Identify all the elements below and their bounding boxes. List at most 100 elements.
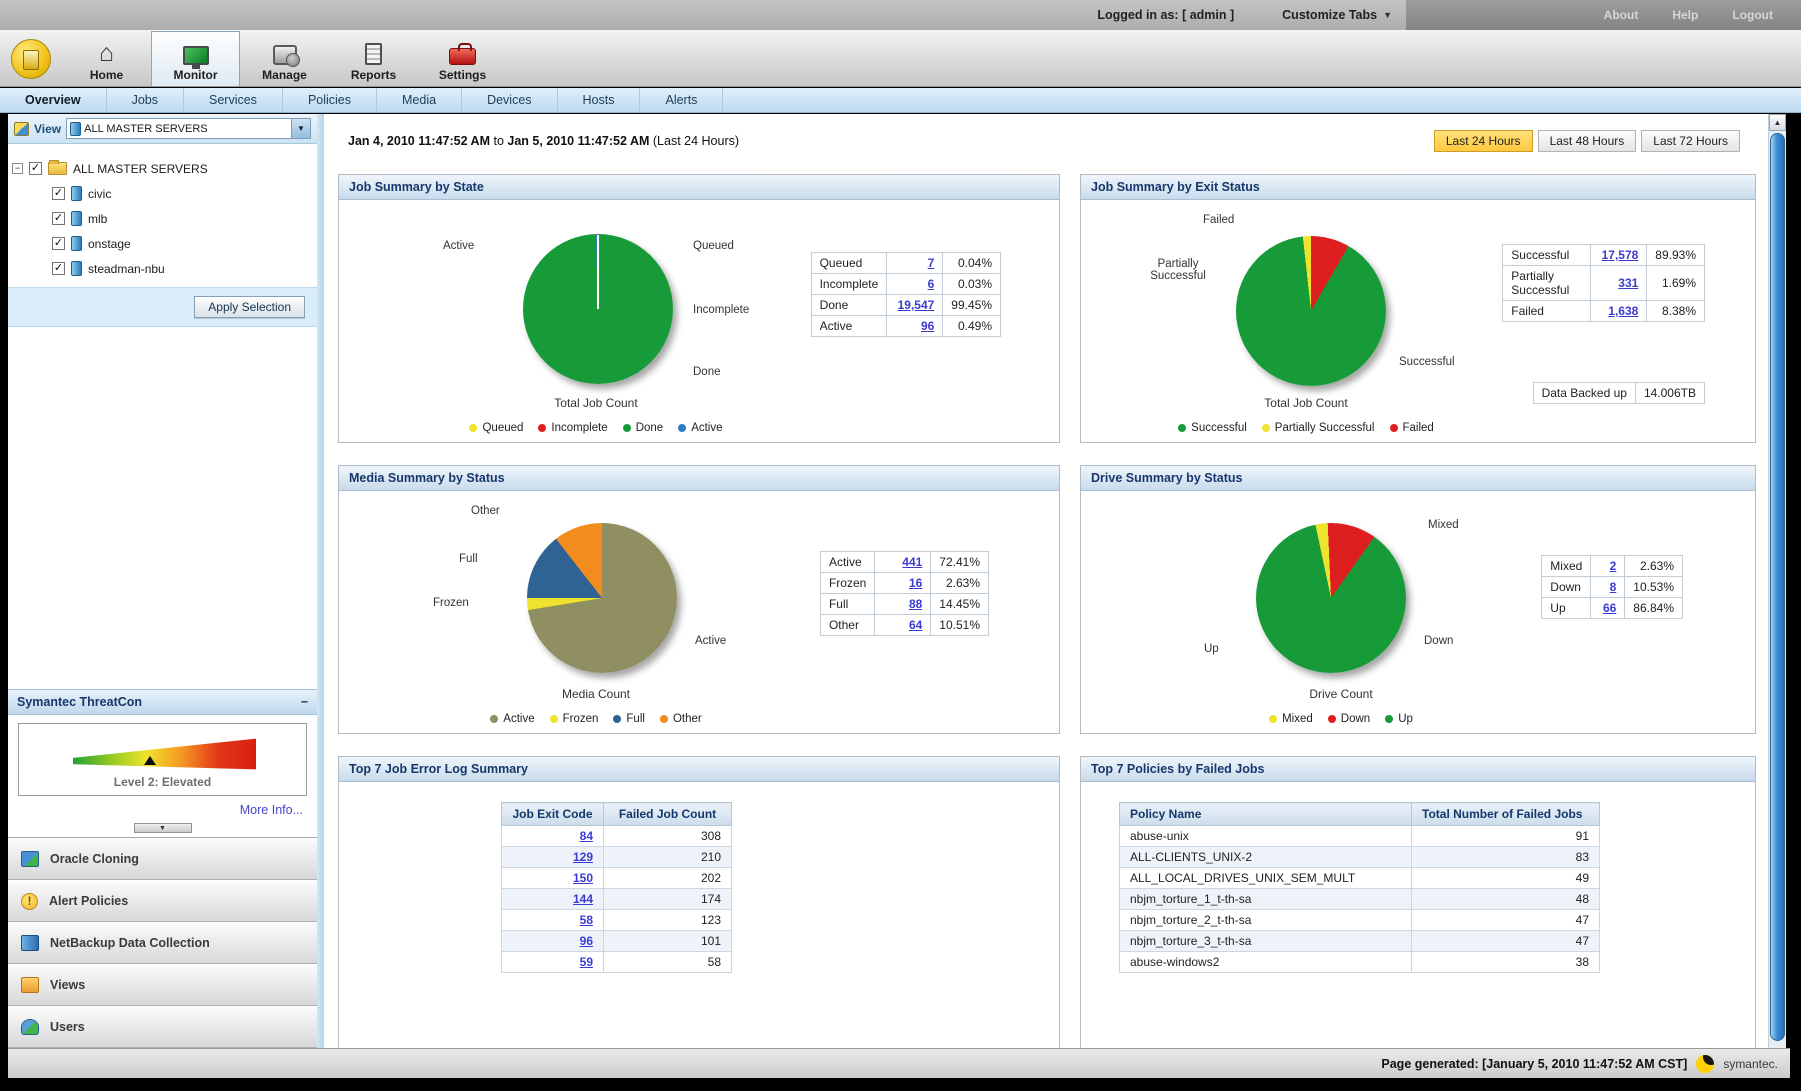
about-link[interactable]: About — [1604, 8, 1639, 22]
logout-link[interactable]: Logout — [1732, 8, 1773, 22]
subtab-media[interactable]: Media — [377, 88, 462, 112]
tree-item-mlb[interactable]: ✓ mlb — [52, 206, 311, 231]
exit-code-link[interactable]: 84 — [580, 829, 593, 843]
vertical-scrollbar[interactable]: ▲ — [1768, 114, 1786, 1048]
exit-code-link[interactable]: 129 — [573, 850, 593, 864]
count-link[interactable]: 64 — [909, 618, 922, 632]
server-icon — [71, 211, 82, 226]
job-state-summary-table: Queued70.04% Incomplete60.03% Done19,547… — [811, 252, 1001, 337]
main-content: Jan 4, 2010 11:47:52 AM to Jan 5, 2010 1… — [324, 114, 1786, 1048]
minimize-icon[interactable]: − — [301, 695, 308, 709]
scroll-up-icon[interactable]: ▲ — [1769, 114, 1786, 131]
customize-tabs-button[interactable]: Customize Tabs ▼ — [1282, 8, 1392, 22]
count-link[interactable]: 441 — [902, 555, 922, 569]
subtab-jobs[interactable]: Jobs — [107, 88, 184, 112]
subtab-alerts[interactable]: Alerts — [640, 88, 723, 112]
count-link[interactable]: 1,638 — [1608, 304, 1638, 318]
collapse-handle[interactable]: ▼ — [134, 823, 192, 833]
app-logo-button[interactable] — [0, 32, 62, 86]
users-icon — [21, 1019, 39, 1035]
count-link[interactable]: 7 — [928, 256, 935, 270]
chart-legend: Successful Partially Successful Failed — [1141, 422, 1471, 434]
master-server-dropdown[interactable]: ALL MASTER SERVERS ▼ — [66, 118, 311, 139]
sidebar-splitter[interactable] — [317, 114, 324, 1048]
help-link[interactable]: Help — [1672, 8, 1698, 22]
apply-selection-button[interactable]: Apply Selection — [194, 296, 305, 318]
exit-code-link[interactable]: 59 — [580, 955, 593, 969]
panel-top7-job-error-log: Top 7 Job Error Log Summary Job Exit Cod… — [338, 756, 1060, 1048]
count-link[interactable]: 88 — [909, 597, 922, 611]
symantec-brand-label: symantec. — [1723, 1057, 1778, 1071]
tree-item-civic[interactable]: ✓ civic — [52, 181, 311, 206]
server-label: steadman-nbu — [88, 262, 165, 276]
exit-code-link[interactable]: 150 — [573, 871, 593, 885]
last-48-hours-button[interactable]: Last 48 Hours — [1538, 130, 1637, 152]
sidebar-item-netbackup-data-collection[interactable]: NetBackup Data Collection — [8, 922, 317, 964]
tab-monitor[interactable]: Monitor — [151, 31, 240, 86]
subtab-overview[interactable]: Overview — [0, 88, 107, 112]
exit-code-link[interactable]: 144 — [573, 892, 593, 906]
server-checkbox[interactable]: ✓ — [52, 212, 65, 225]
logged-in-as-label: Logged in as: [ admin ] — [1097, 8, 1234, 22]
sidebar-item-oracle-cloning[interactable]: Oracle Cloning — [8, 838, 317, 880]
tree-item-onstage[interactable]: ✓ onstage — [52, 231, 311, 256]
sidebar-item-users[interactable]: Users — [8, 1006, 317, 1048]
table-row: nbjm_torture_1_t-th-sa48 — [1120, 889, 1600, 910]
count-link[interactable]: 331 — [1618, 276, 1638, 290]
server-checkbox[interactable]: ✓ — [52, 262, 65, 275]
sub-tab-bar: Overview Jobs Services Policies Media De… — [0, 88, 1801, 113]
sidebar-item-alert-policies[interactable]: ! Alert Policies — [8, 880, 317, 922]
count-link[interactable]: 6 — [928, 277, 935, 291]
server-checkbox[interactable]: ✓ — [52, 237, 65, 250]
data-collection-icon — [21, 935, 39, 951]
tab-settings[interactable]: Settings — [418, 34, 507, 86]
page-generated-label: Page generated: [January 5, 2010 11:47:5… — [1381, 1057, 1687, 1071]
tree-root-row[interactable]: − ✓ ALL MASTER SERVERS — [12, 156, 311, 181]
panel-job-summary-by-exit-status: Job Summary by Exit Status Failed Partia… — [1080, 174, 1756, 443]
panel-job-summary-by-state: Job Summary by State Active Queued Incom… — [338, 174, 1060, 443]
scrollbar-thumb[interactable] — [1770, 133, 1785, 1041]
monitor-icon — [183, 46, 209, 65]
more-info-link[interactable]: More Info... — [8, 796, 317, 820]
tab-home[interactable]: ⌂ Home — [62, 34, 151, 86]
media-pie-chart — [527, 523, 677, 673]
panel-title: Top 7 Job Error Log Summary — [339, 757, 1059, 782]
tree-expander-icon[interactable]: − — [12, 163, 23, 174]
table-row: 150202 — [502, 868, 732, 889]
subtab-devices[interactable]: Devices — [462, 88, 557, 112]
tree-item-steadman-nbu[interactable]: ✓ steadman-nbu — [52, 256, 311, 281]
exit-code-link[interactable]: 96 — [580, 934, 593, 948]
count-link[interactable]: 16 — [909, 576, 922, 590]
chart-caption: Total Job Count — [431, 396, 761, 410]
table-row: abuse-windows238 — [1120, 952, 1600, 973]
table-row: Successful17,57889.93% — [1503, 245, 1705, 266]
count-link[interactable]: 66 — [1603, 601, 1616, 615]
oracle-cloning-icon — [21, 851, 39, 867]
panel-title: Job Summary by Exit Status — [1081, 175, 1755, 200]
chevron-down-icon: ▼ — [1383, 10, 1392, 20]
count-link[interactable]: 2 — [1610, 559, 1617, 573]
subtab-services[interactable]: Services — [184, 88, 283, 112]
exit-code-link[interactable]: 58 — [580, 913, 593, 927]
app-logo-icon — [11, 39, 51, 79]
table-row: abuse-unix91 — [1120, 826, 1600, 847]
error-log-table: Job Exit Code Failed Job Count 84308 129… — [501, 802, 732, 973]
last-24-hours-button[interactable]: Last 24 Hours — [1434, 130, 1533, 152]
last-72-hours-button[interactable]: Last 72 Hours — [1641, 130, 1740, 152]
panel-title: Drive Summary by Status — [1081, 466, 1755, 491]
subtab-policies[interactable]: Policies — [283, 88, 377, 112]
server-checkbox[interactable]: ✓ — [52, 187, 65, 200]
count-link[interactable]: 17,578 — [1602, 248, 1639, 262]
root-checkbox[interactable]: ✓ — [29, 162, 42, 175]
tab-manage[interactable]: Manage — [240, 34, 329, 86]
count-link[interactable]: 19,547 — [898, 298, 935, 312]
dropdown-arrow-button[interactable]: ▼ — [291, 119, 310, 138]
table-row: 96101 — [502, 931, 732, 952]
tab-reports[interactable]: Reports — [329, 34, 418, 86]
threatcon-title: Symantec ThreatCon — [17, 695, 142, 709]
server-icon — [71, 261, 82, 276]
subtab-hosts[interactable]: Hosts — [558, 88, 641, 112]
count-link[interactable]: 96 — [921, 319, 934, 333]
count-link[interactable]: 8 — [1610, 580, 1617, 594]
sidebar-item-views[interactable]: Views — [8, 964, 317, 1006]
